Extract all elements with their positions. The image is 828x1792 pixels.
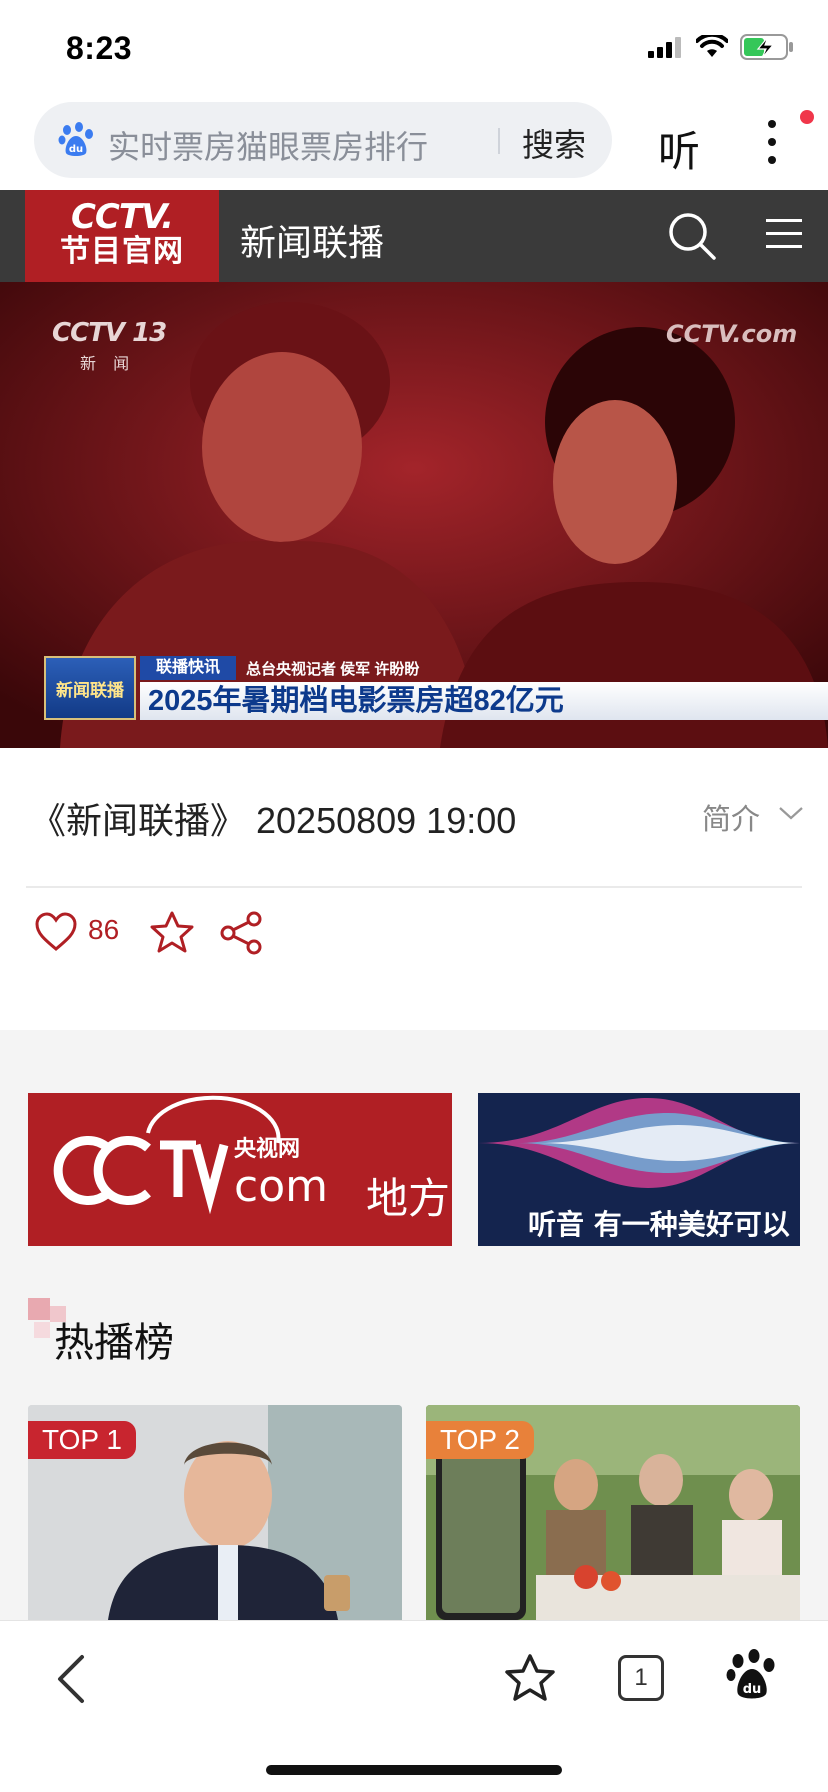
ticker-tag: 联播快讯 [140,656,236,680]
cctvcom-watermark: CCTV.com [666,320,798,348]
svg-text:du: du [69,144,83,155]
like-count: 86 [88,914,120,945]
ticker-headline: 2025年暑期档电影票房超82亿元 [140,682,828,720]
site-header: CCTV. 节目官网 新闻联播 [0,190,828,282]
listen-button[interactable]: 听 [658,118,700,179]
battery-charging-icon [740,34,793,60]
cctv13-watermark: CCTV 13 新 闻 [52,318,167,373]
status-icons [648,34,794,60]
logo-line2: 节目官网 [60,235,184,268]
cellular-signal-icon [648,37,681,58]
status-time: 8:23 [66,30,133,66]
episode-info: 《新闻联播》 20250809 19:00 简介 [0,748,828,888]
home-indicator [266,1765,562,1775]
star-icon[interactable] [150,910,194,954]
search-query-text: 实时票房猫眼票房排行 [108,129,429,165]
more-menu-icon[interactable] [760,116,784,168]
hot-list-title: 热播榜 [54,1321,174,1365]
banner-cctv-com: com [234,1161,328,1212]
search-divider [498,128,500,154]
xinwen-lianbo-ticker-logo: 新闻联播 [44,656,136,720]
ticker-reporter: 总台央视记者 侯军 许盼盼 [246,661,420,678]
share-icon[interactable] [218,910,264,956]
news-ticker: 新闻联播 联播快讯 总台央视记者 侯军 许盼盼 2025年暑期档电影票房超82亿… [44,656,828,720]
audio-banner[interactable]: 听音 有一种美好可以 [478,1093,800,1246]
baidu-paw-icon: du [58,122,93,156]
back-arrow-icon[interactable] [54,1653,86,1705]
program-title: 新闻联播 [240,222,385,263]
action-row: 86 [0,888,828,1030]
tabs-count-button[interactable]: 1 [618,1655,664,1701]
svg-text:du: du [743,1682,762,1697]
video-player[interactable]: CCTV 13 新 闻 CCTV.com 新闻联播 联播快讯 总台央视记者 侯军… [0,282,828,748]
cctv-logo[interactable]: CCTV. 节目官网 [25,190,219,282]
banner-cctv-local-label: 地方 [366,1175,451,1222]
hot-list-card[interactable]: TOP 2 [426,1405,800,1620]
rank-badge: TOP 1 [28,1421,136,1459]
rank-badge: TOP 2 [426,1421,534,1459]
baidu-home-icon[interactable]: du [726,1649,778,1701]
wifi-icon [696,35,728,57]
logo-line1: CCTV. [70,197,174,237]
browser-search-row: du 实时票房猫眼票房排行 搜索 听 [0,96,828,190]
search-input[interactable]: du 实时票房猫眼票房排行 搜索 [34,102,612,178]
notification-dot [800,110,814,124]
heart-icon[interactable] [34,912,78,952]
browser-bottom-bar: 1 du [0,1620,828,1792]
status-bar: 8:23 [0,0,828,96]
audio-banner-text: 听音 有一种美好可以 [528,1208,790,1241]
episode-title: 《新闻联播》 20250809 19:00 [30,800,517,841]
hot-list-card[interactable]: TOP 1 [28,1405,402,1620]
bookmark-star-icon[interactable] [504,1653,556,1703]
chevron-down-icon[interactable] [778,804,804,822]
banner-cctv-top: 央视网 [234,1136,301,1161]
menu-icon[interactable] [764,216,804,252]
intro-toggle[interactable]: 简介 [702,796,760,838]
cctv-local-banner[interactable]: 央视网 com 地方 [28,1093,452,1246]
search-icon[interactable] [666,210,718,262]
search-button[interactable]: 搜索 [522,120,586,166]
